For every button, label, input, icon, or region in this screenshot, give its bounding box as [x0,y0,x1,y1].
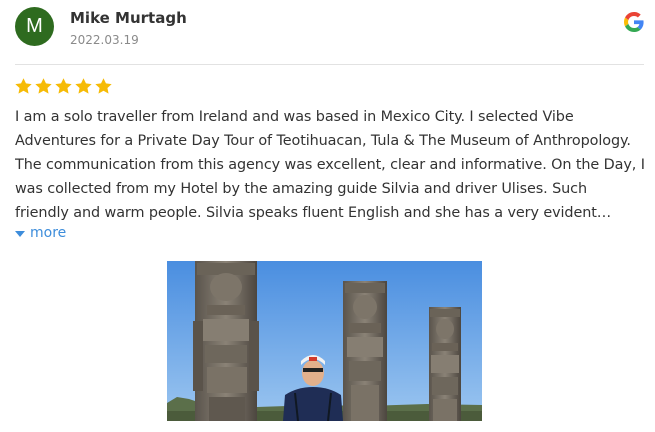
statue-middle [343,281,387,421]
review-photo[interactable] [167,261,482,421]
star-rating [14,77,113,96]
review-card: M Mike Murtagh 2022.03.19 I am a solo tr… [0,0,655,432]
statue-left [193,261,259,421]
star-icon [55,78,72,94]
avatar[interactable]: M [15,7,54,46]
caret-down-icon [15,230,25,237]
avatar-initial: M [26,15,43,37]
google-g-icon [624,12,644,32]
star-icon [95,78,112,94]
review-text: I am a solo traveller from Ireland and w… [15,109,645,221]
star-icon [35,78,52,94]
more-label: more [30,225,67,241]
statue-right [429,307,461,421]
more-link[interactable]: more [15,225,66,241]
star-icon [75,78,92,94]
divider [15,64,644,65]
review-date: 2022.03.19 [70,33,139,47]
reviewer-name[interactable]: Mike Murtagh [70,9,187,27]
star-icon [15,78,32,94]
